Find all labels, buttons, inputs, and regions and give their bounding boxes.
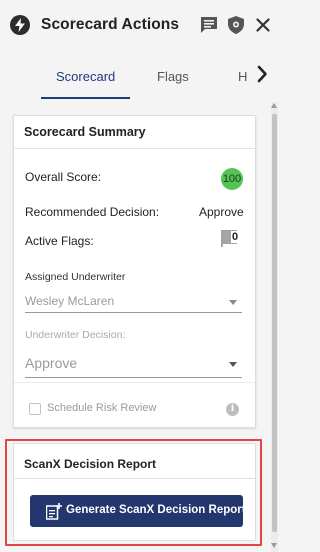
close-icon[interactable]: [256, 18, 270, 37]
divider: [14, 382, 255, 383]
flag-icon: 0: [221, 230, 241, 247]
panel-title: Scorecard Actions: [41, 16, 180, 33]
tab-flags[interactable]: Flags: [157, 69, 189, 84]
active-flags-count: 0: [231, 231, 240, 243]
schedule-risk-review-checkbox[interactable]: [29, 403, 41, 415]
active-flags-label: Active Flags:: [25, 234, 94, 248]
comment-icon[interactable]: [200, 16, 218, 39]
panel-header: Scorecard Actions: [0, 0, 278, 50]
scrollbar-thumb[interactable]: [272, 114, 277, 532]
shield-icon[interactable]: [228, 16, 244, 39]
recommended-decision-label: Recommended Decision:: [25, 205, 160, 219]
scroll-up-arrow-icon[interactable]: [271, 103, 277, 108]
underwriter-decision-select[interactable]: Approve: [25, 348, 242, 378]
underwriter-decision-label: Underwriter Decision:: [25, 329, 126, 341]
divider: [14, 148, 255, 149]
tab-history[interactable]: H: [238, 69, 247, 84]
schedule-risk-review-label: Schedule Risk Review: [47, 402, 157, 414]
info-icon[interactable]: i: [226, 403, 239, 416]
overall-score-label: Overall Score:: [25, 170, 102, 184]
scroll-down-arrow-icon[interactable]: [271, 543, 277, 548]
assigned-underwriter-value: Wesley McLaren: [25, 294, 115, 308]
summary-title: Scorecard Summary: [24, 125, 146, 139]
chevron-down-icon: [229, 362, 237, 367]
active-tab-indicator: [41, 97, 130, 99]
assigned-underwriter-label: Assigned Underwriter: [25, 271, 126, 283]
underwriter-decision-value: Approve: [25, 355, 78, 371]
tab-bar: Scorecard Flags H: [0, 52, 278, 100]
tab-scorecard[interactable]: Scorecard: [56, 69, 115, 84]
overall-score-badge: 100: [221, 168, 243, 190]
highlight-box: [5, 439, 262, 546]
chevron-right-icon[interactable]: [256, 64, 268, 89]
assigned-underwriter-select[interactable]: Wesley McLaren: [25, 290, 242, 313]
scorecard-summary-card: Scorecard Summary Overall Score: 100 Rec…: [13, 115, 256, 428]
chevron-down-icon: [229, 300, 237, 305]
recommended-decision-value: Approve: [199, 205, 244, 219]
lightning-bolt-icon: [10, 15, 30, 35]
